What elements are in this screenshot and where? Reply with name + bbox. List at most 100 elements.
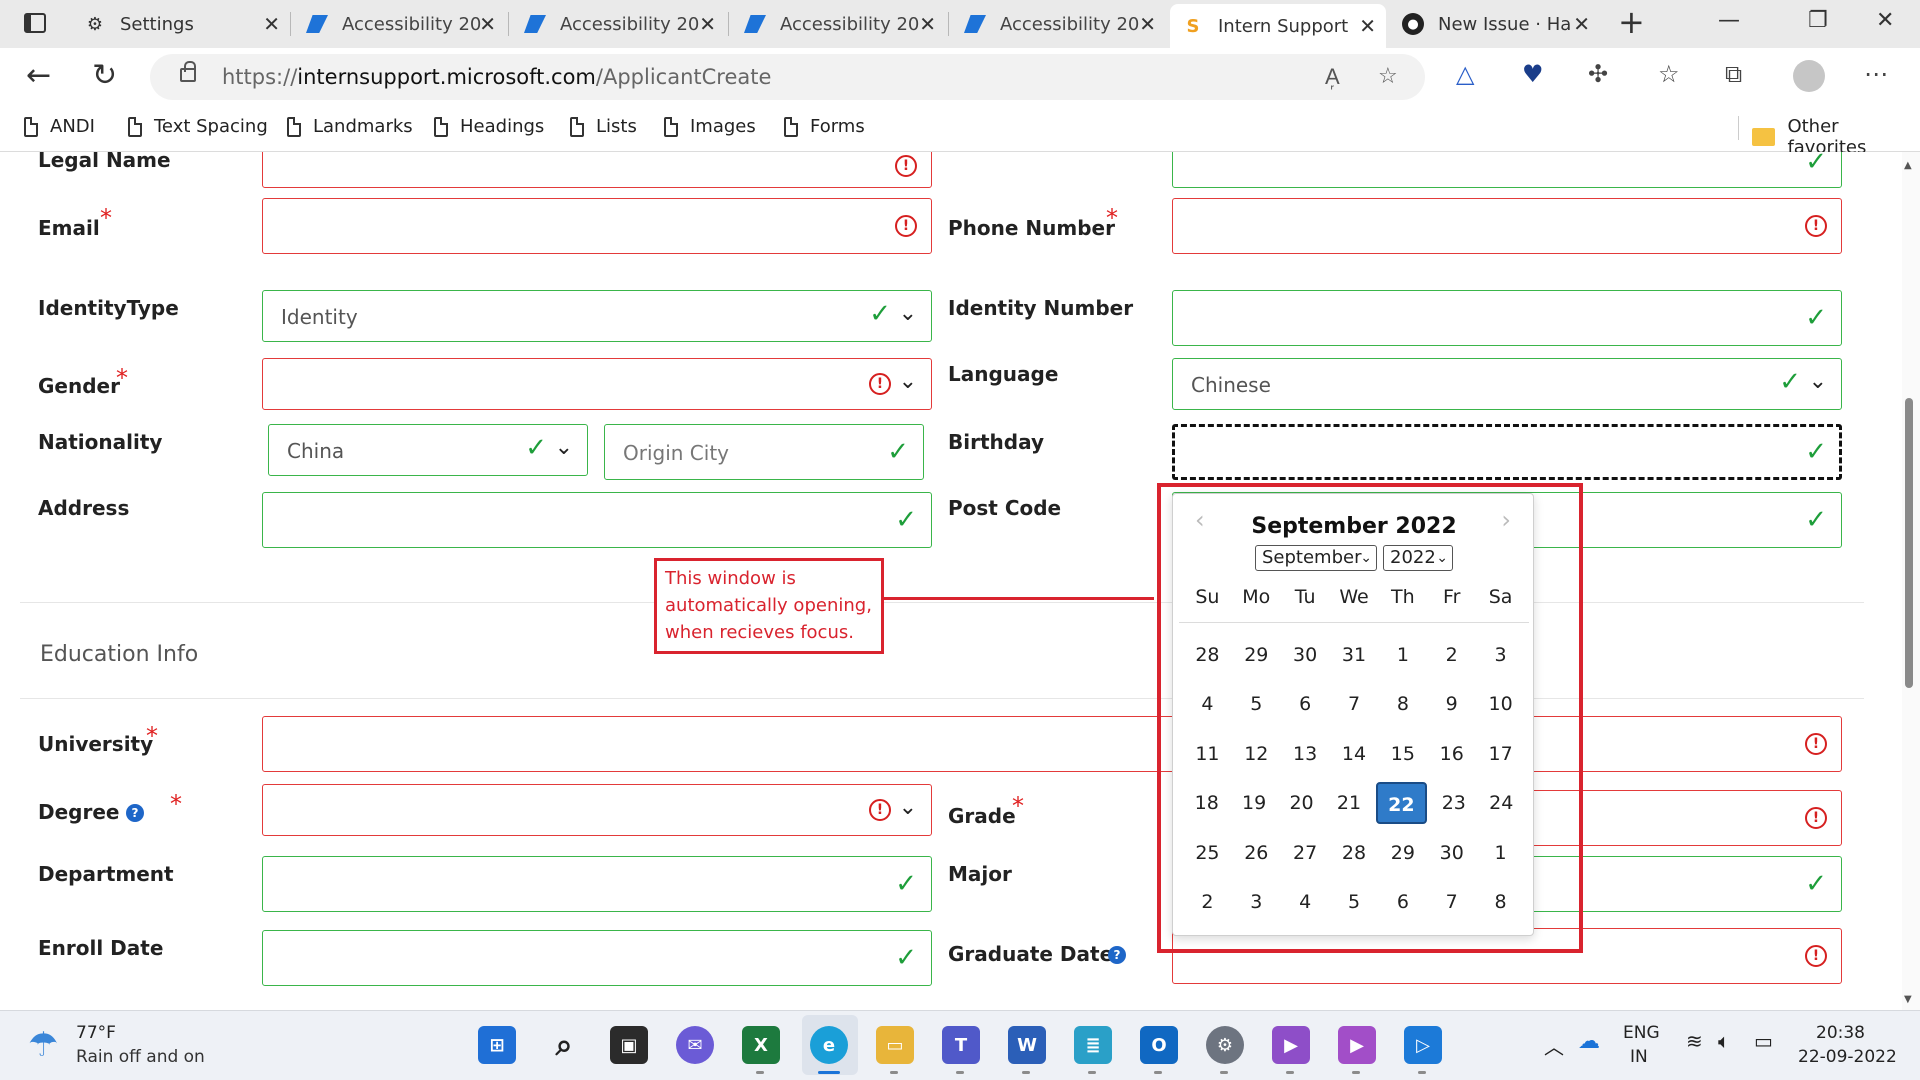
running-indicator [1220,1071,1228,1074]
back-icon[interactable]: ← [26,58,51,94]
graduate-date-label: Graduate Date [948,942,1114,966]
onedrive-cloud-icon[interactable]: ☁ [1578,1029,1600,1054]
post-code-label: Post Code [948,496,1062,520]
start-icon[interactable]: ⊞ [478,1026,516,1064]
lock-icon[interactable] [180,61,196,82]
url-field[interactable]: https://internsupport.microsoft.com/Appl… [150,54,1425,100]
degree-select[interactable]: ! ⌄ [262,784,932,836]
tab-new-issue[interactable]: ● New Issue · Ha ✕ [1390,6,1600,42]
identity-type-label: IdentityType [38,296,179,320]
partial-field-right[interactable]: ✓ [1172,152,1842,188]
edge-icon[interactable]: e [810,1026,848,1064]
clock-time[interactable]: 20:38 [1816,1023,1865,1043]
visual-studio-preview-icon[interactable]: ▶ [1338,1026,1376,1064]
address-input[interactable]: ✓ [262,492,932,548]
bookmark-landmarks[interactable]: Landmarks [287,116,413,137]
check-icon: ✓ [1805,869,1827,899]
visual-studio-icon[interactable]: ▶ [1272,1026,1310,1064]
close-icon[interactable]: ✕ [1573,12,1590,36]
page-icon [570,116,584,137]
scroll-down-icon[interactable]: ▼ [1904,994,1912,1005]
identity-type-select[interactable]: Identity ✓ ⌄ [262,290,932,342]
close-icon[interactable]: ✕ [699,12,716,36]
bookmark-lists[interactable]: Lists [570,116,637,137]
tab-accessibility-2[interactable]: Accessibility 20 ✕ [512,6,726,42]
language-top[interactable]: ENG [1623,1023,1660,1043]
bookmark-headings[interactable]: Headings [434,116,544,137]
tab-accessibility-3[interactable]: Accessibility 20 ✕ [732,6,946,42]
new-tab-icon[interactable]: + [1618,6,1645,38]
collections-icon[interactable]: ⧉ [1725,60,1742,88]
refresh-icon[interactable]: ↻ [92,58,117,94]
tab-settings[interactable]: ⚙ Settings ✕ [72,6,290,42]
bookmark-andi[interactable]: ANDI [24,116,95,137]
help-icon[interactable]: ? [126,804,144,822]
tab-intern-support[interactable]: S Intern Support ✕ [1170,4,1386,48]
chat-icon[interactable]: ✉ [676,1026,714,1064]
task-view-icon[interactable]: ▣ [610,1026,648,1064]
gender-select[interactable]: ! ⌄ [262,358,932,410]
tab-accessibility-1[interactable]: Accessibility 20 ✕ [294,6,506,42]
extensions-icon[interactable]: ✣ [1588,60,1608,88]
email-input[interactable]: ! [262,198,932,254]
azure-devops-icon [524,13,546,35]
close-window-icon[interactable]: ✕ [1876,8,1894,33]
wifi-icon[interactable]: ≋ [1686,1029,1703,1053]
weather-temperature[interactable]: 77°F [76,1023,116,1043]
volume-icon[interactable]: 🔈︎ [1718,1029,1730,1053]
birthday-input[interactable]: ✓ [1172,424,1842,480]
read-aloud-icon[interactable]: A᷊ [1325,64,1340,90]
language-select[interactable]: Chinese ✓ ⌄ [1172,358,1842,410]
chevron-down-icon: ⌄ [898,369,917,394]
close-icon[interactable]: ✕ [919,12,936,36]
battery-icon[interactable]: ▭ [1754,1029,1773,1053]
tab-actions-icon[interactable] [24,13,46,33]
close-icon[interactable]: ✕ [479,12,496,36]
origin-city-input[interactable]: Origin City ✓ [604,424,924,480]
word-icon[interactable]: W [1008,1026,1046,1064]
close-icon[interactable]: ✕ [1359,14,1376,38]
media-player-icon[interactable]: ▷ [1404,1026,1442,1064]
weather-rain-icon[interactable]: ☂ [28,1025,58,1065]
legal-name-input[interactable]: ! [262,152,932,188]
nationality-select[interactable]: China ✓ ⌄ [268,424,588,476]
phone-number-input[interactable]: ! [1172,198,1842,254]
department-input[interactable]: ✓ [262,856,932,912]
bookmark-text-spacing[interactable]: Text Spacing [128,116,268,137]
teams-icon[interactable]: T [942,1026,980,1064]
bookmark-images[interactable]: Images [664,116,756,137]
university-input[interactable]: ! [262,716,1842,772]
outlook-icon[interactable]: O [1140,1026,1178,1064]
bookmark-forms[interactable]: Forms [784,116,865,137]
more-menu-icon[interactable]: ⋯ [1864,60,1888,88]
check-icon: ✓ [1805,505,1827,535]
profile-avatar[interactable] [1793,60,1825,92]
notepad-icon[interactable]: ≣ [1074,1026,1112,1064]
heart-extension-icon[interactable]: ♥ [1522,60,1544,88]
weather-description[interactable]: Rain off and on [76,1047,205,1067]
restore-icon[interactable]: ❐ [1808,8,1828,33]
education-section-title: Education Info [40,642,199,667]
minimize-icon[interactable]: — [1718,8,1740,33]
language-bottom[interactable]: IN [1630,1047,1648,1067]
azure-devops-icon [744,13,766,35]
tab-accessibility-4[interactable]: Accessibility 20 ✕ [952,6,1166,42]
help-icon[interactable]: ? [1108,946,1126,964]
search-icon[interactable]: ⌕ [545,1026,583,1064]
scroll-thumb[interactable] [1905,398,1913,688]
settings-gear-icon[interactable]: ⚙ [1206,1026,1244,1064]
chevron-up-icon[interactable]: ︿ [1544,1031,1564,1060]
close-icon[interactable]: ✕ [263,12,280,36]
scroll-up-icon[interactable]: ▲ [1904,160,1912,171]
excel-icon[interactable]: X [742,1026,780,1064]
identity-number-input[interactable]: ✓ [1172,290,1842,346]
clock-date[interactable]: 22-09-2022 [1798,1047,1897,1067]
favorites-icon[interactable]: ☆ [1658,60,1680,88]
gender-label: Gender [38,374,120,398]
file-explorer-icon[interactable]: ▭ [876,1026,914,1064]
close-icon[interactable]: ✕ [1139,12,1156,36]
required-marker: * [116,364,128,392]
enroll-date-input[interactable]: ✓ [262,930,932,986]
accessibility-insights-icon[interactable]: △ [1456,60,1474,88]
add-favorite-icon[interactable]: ☆ [1378,64,1398,89]
